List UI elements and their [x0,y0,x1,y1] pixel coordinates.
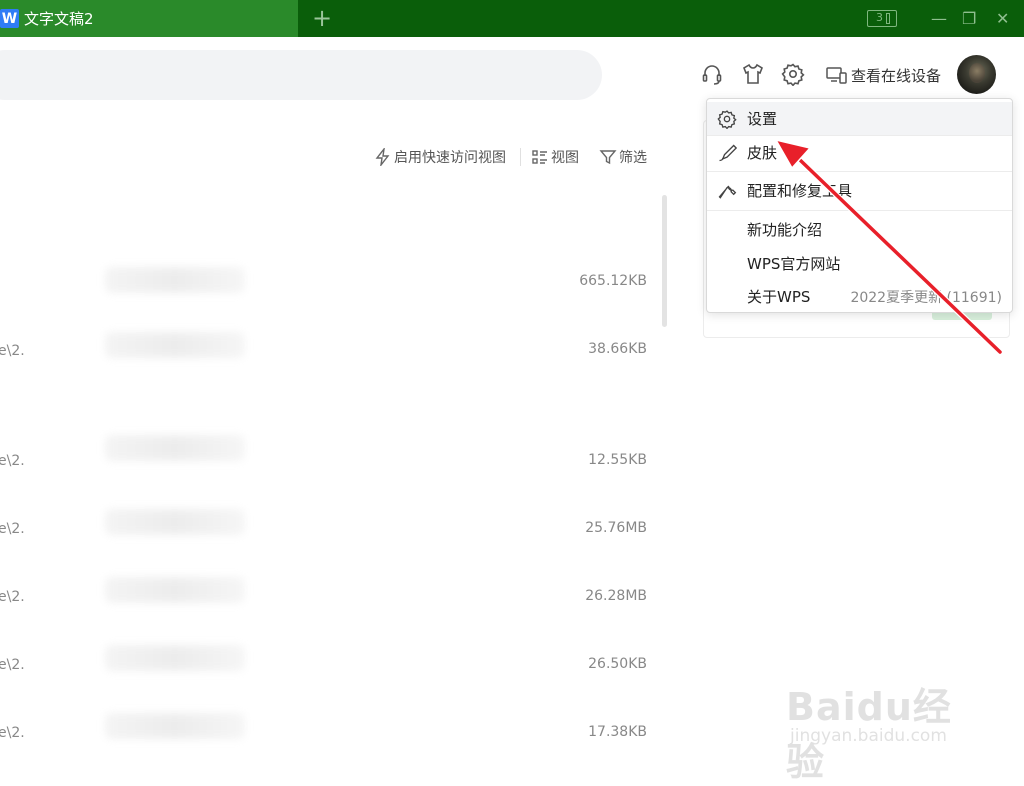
file-row[interactable]: e\2. 17.38KB [0,713,660,753]
menu-label-wps-site: WPS官方网站 [747,255,841,273]
menu-label-new-features: 新功能介绍 [747,221,823,239]
file-size: 665.12KB [579,273,647,289]
close-button[interactable]: ✕ [996,9,1009,28]
wrench-icon [717,181,737,201]
watermark-url: jingyan.baidu.com [790,726,947,746]
gear-icon [717,109,737,130]
tab-title: 文字文稿2 [24,10,94,28]
view-label: 视图 [551,150,579,166]
menu-item-settings[interactable]: 设置 [707,102,1012,135]
menu-label-about: 关于WPS [747,288,811,306]
devices-icon [826,66,847,84]
online-devices-button[interactable]: 查看在线设备 [826,65,941,86]
file-row[interactable]: e\2. 25.76MB [0,509,660,549]
toolbar-divider [520,148,521,166]
filter-button[interactable]: 筛选 [599,147,647,167]
menu-divider [707,210,1012,211]
file-size: 26.50KB [588,656,647,672]
menu-label-repair-tools: 配置和修复工具 [747,182,853,200]
window-layout-button[interactable]: 3 [867,10,897,27]
file-name-blurred [105,435,245,461]
menu-item-about[interactable]: 关于WPS 2022夏季更新 (11691) [707,280,1012,313]
file-name-blurred [105,713,245,739]
view-button[interactable]: 视图 [531,147,579,167]
file-row[interactable]: e\2. 26.28MB [0,577,660,617]
menu-label-settings: 设置 [747,110,778,128]
quick-access-label: 启用快速访问视图 [394,150,506,166]
layout-badge: 3 [876,11,883,24]
menu-divider [707,171,1012,172]
file-name-blurred [105,645,245,671]
filter-label: 筛选 [619,150,647,166]
menu-item-new-features[interactable]: 新功能介绍 [707,213,1012,246]
file-path: e\2. [0,657,25,673]
brush-icon [717,143,738,163]
file-row[interactable]: e\2. 12.55KB [0,435,660,481]
file-size: 25.76MB [585,520,647,536]
file-size: 12.55KB [588,452,647,468]
list-view-icon [532,150,547,164]
file-path: e\2. [0,589,25,605]
file-path: e\2. [0,453,25,469]
file-row[interactable]: 665.12KB [0,262,660,302]
title-bar: W 文字文稿2 + 3 — ❐ ✕ [0,0,1024,37]
user-avatar[interactable] [957,55,996,94]
file-row[interactable]: e\2. 26.50KB [0,645,660,685]
file-size: 17.38KB [588,724,647,740]
quick-access-toggle[interactable]: 启用快速访问视图 [374,147,506,167]
file-path: e\2. [0,725,25,741]
settings-dropdown-menu: 设置 皮肤 配置和修复工具 新功能介绍 WPS官方网站 关于WPS 2022夏季… [706,98,1013,313]
menu-label-skin: 皮肤 [747,144,778,162]
baidu-jingyan-watermark: Baidu经验 jingyan.baidu.com [786,662,986,784]
file-path: e\2. [0,343,25,359]
customer-service-headset-icon[interactable] [700,62,724,86]
menu-item-repair-tools[interactable]: 配置和修复工具 [707,174,1012,207]
file-row[interactable]: e\2. 38.66KB [0,330,660,370]
file-name-blurred [105,332,245,358]
restore-button[interactable]: ❐ [962,9,976,28]
list-scrollbar[interactable] [662,195,667,327]
menu-item-wps-site[interactable]: WPS官方网站 [707,247,1012,280]
file-path: e\2. [0,521,25,537]
document-tab[interactable]: W 文字文稿2 [0,0,298,37]
filter-funnel-icon [599,150,617,165]
menu-item-skin[interactable]: 皮肤 [707,136,1012,169]
new-tab-button[interactable]: + [312,6,332,30]
online-devices-label: 查看在线设备 [851,67,942,85]
version-text: 2022夏季更新 (11691) [850,289,1002,306]
wps-writer-icon: W [0,9,19,28]
search-input[interactable] [0,50,602,100]
skin-tshirt-icon[interactable] [741,62,765,86]
lightning-icon [375,148,390,166]
file-size: 26.28MB [585,588,647,604]
file-name-blurred [105,509,245,535]
file-size: 38.66KB [588,341,647,357]
minimize-button[interactable]: — [931,9,947,28]
file-name-blurred [105,577,245,603]
settings-gear-icon[interactable] [781,62,805,87]
file-name-blurred [105,267,245,293]
